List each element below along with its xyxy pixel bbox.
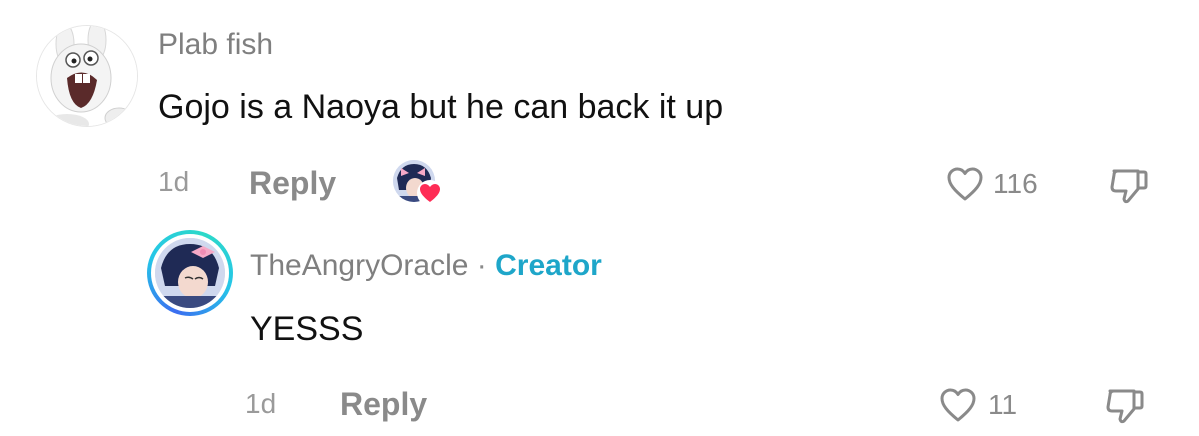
like-button[interactable] [945, 165, 985, 203]
reply-dislike-button[interactable] [1104, 385, 1146, 427]
creator-liked-indicator [393, 160, 443, 206]
like-count: 116 [993, 168, 1038, 199]
comment-time: 1d [158, 166, 190, 197]
commenter-username[interactable]: Plab fish [158, 30, 273, 60]
reply-username[interactable]: TheAngryOracle [250, 249, 468, 282]
thumbs-down-icon [1106, 389, 1144, 424]
reply-like-count: 11 [988, 389, 1018, 420]
creator-avatar[interactable] [147, 230, 233, 316]
dislike-button[interactable] [1108, 165, 1150, 207]
heart-outline-icon [940, 388, 976, 422]
reply-reply-button[interactable]: Reply [340, 388, 427, 420]
reply-text: YESSS [250, 310, 364, 348]
reply-username-line: TheAngryOracle · Creator [250, 251, 602, 281]
creator-liked-heart-icon [417, 180, 443, 206]
rabbid-avatar-image [37, 26, 137, 126]
creator-badge: Creator [495, 249, 602, 282]
creator-avatar-image [155, 238, 225, 308]
commenter-avatar[interactable] [36, 25, 138, 127]
username-separator: · [476, 249, 487, 282]
thumbs-down-icon [1110, 169, 1148, 204]
comment-text: Gojo is a Naoya but he can back it up [158, 88, 724, 126]
heart-outline-icon [947, 167, 983, 201]
reply-like-button[interactable] [938, 386, 978, 424]
reply-time: 1d [245, 388, 277, 419]
reply-button[interactable]: Reply [249, 167, 336, 199]
